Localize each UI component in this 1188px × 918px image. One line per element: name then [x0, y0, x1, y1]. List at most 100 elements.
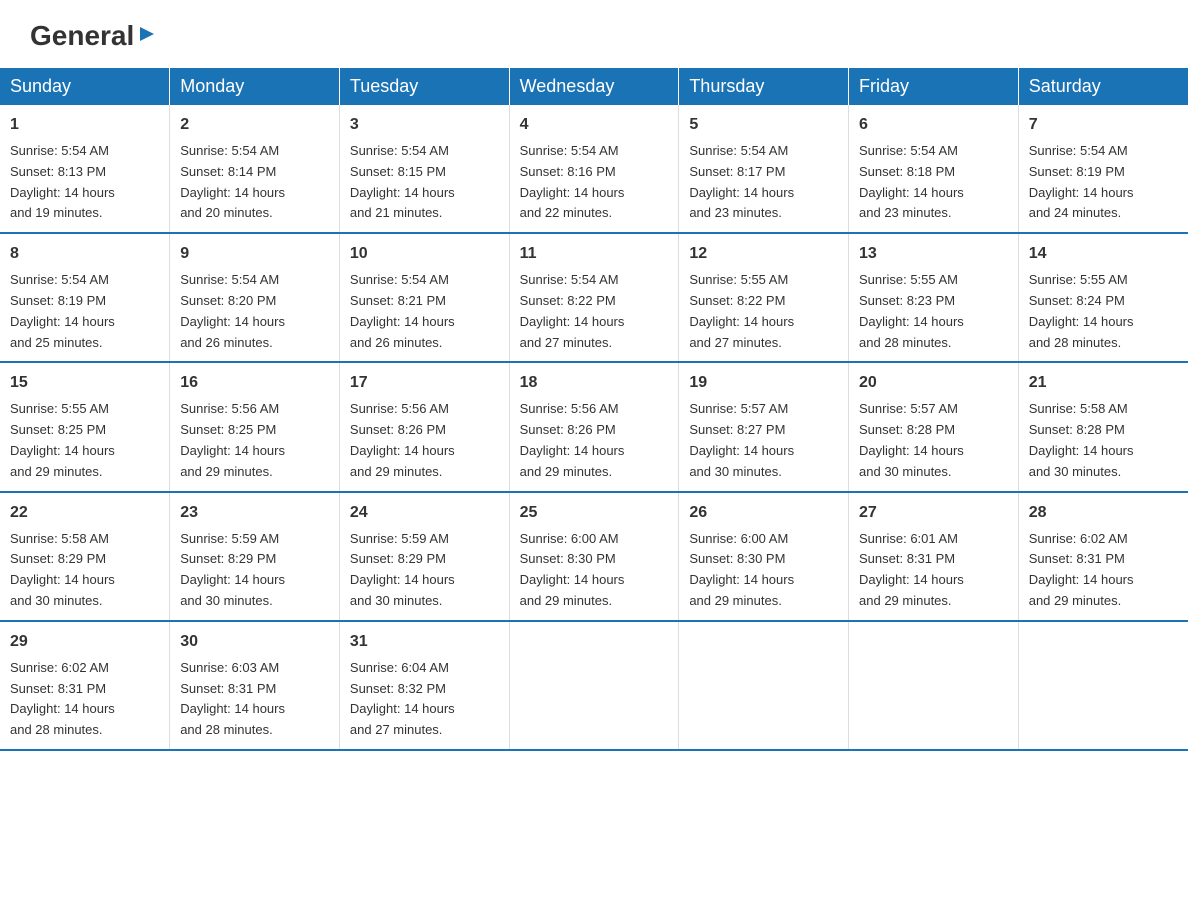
calendar-cell: 16 Sunrise: 5:56 AMSunset: 8:25 PMDaylig…	[170, 362, 340, 491]
calendar-cell: 24 Sunrise: 5:59 AMSunset: 8:29 PMDaylig…	[339, 492, 509, 621]
day-info: Sunrise: 5:58 AMSunset: 8:29 PMDaylight:…	[10, 531, 115, 608]
day-info: Sunrise: 5:54 AMSunset: 8:20 PMDaylight:…	[180, 272, 285, 349]
calendar-cell: 27 Sunrise: 6:01 AMSunset: 8:31 PMDaylig…	[849, 492, 1019, 621]
day-number: 29	[10, 630, 159, 654]
calendar-week-1: 1 Sunrise: 5:54 AMSunset: 8:13 PMDayligh…	[0, 105, 1188, 233]
calendar-week-2: 8 Sunrise: 5:54 AMSunset: 8:19 PMDayligh…	[0, 233, 1188, 362]
day-number: 31	[350, 630, 499, 654]
day-number: 13	[859, 242, 1008, 266]
day-number: 10	[350, 242, 499, 266]
calendar-cell: 19 Sunrise: 5:57 AMSunset: 8:27 PMDaylig…	[679, 362, 849, 491]
day-number: 21	[1029, 371, 1178, 395]
day-number: 4	[520, 113, 669, 137]
day-number: 18	[520, 371, 669, 395]
day-number: 17	[350, 371, 499, 395]
day-number: 1	[10, 113, 159, 137]
calendar-cell: 18 Sunrise: 5:56 AMSunset: 8:26 PMDaylig…	[509, 362, 679, 491]
calendar-cell: 25 Sunrise: 6:00 AMSunset: 8:30 PMDaylig…	[509, 492, 679, 621]
day-info: Sunrise: 5:55 AMSunset: 8:22 PMDaylight:…	[689, 272, 794, 349]
day-info: Sunrise: 5:55 AMSunset: 8:23 PMDaylight:…	[859, 272, 964, 349]
day-info: Sunrise: 5:54 AMSunset: 8:21 PMDaylight:…	[350, 272, 455, 349]
calendar-cell: 30 Sunrise: 6:03 AMSunset: 8:31 PMDaylig…	[170, 621, 340, 750]
day-info: Sunrise: 5:54 AMSunset: 8:18 PMDaylight:…	[859, 143, 964, 220]
calendar-cell: 1 Sunrise: 5:54 AMSunset: 8:13 PMDayligh…	[0, 105, 170, 233]
calendar-cell: 23 Sunrise: 5:59 AMSunset: 8:29 PMDaylig…	[170, 492, 340, 621]
calendar-cell: 22 Sunrise: 5:58 AMSunset: 8:29 PMDaylig…	[0, 492, 170, 621]
calendar-cell: 5 Sunrise: 5:54 AMSunset: 8:17 PMDayligh…	[679, 105, 849, 233]
day-info: Sunrise: 5:58 AMSunset: 8:28 PMDaylight:…	[1029, 401, 1134, 478]
day-number: 5	[689, 113, 838, 137]
day-info: Sunrise: 5:54 AMSunset: 8:13 PMDaylight:…	[10, 143, 115, 220]
day-number: 27	[859, 501, 1008, 525]
day-number: 15	[10, 371, 159, 395]
calendar-cell: 4 Sunrise: 5:54 AMSunset: 8:16 PMDayligh…	[509, 105, 679, 233]
day-info: Sunrise: 5:59 AMSunset: 8:29 PMDaylight:…	[180, 531, 285, 608]
weekday-header-monday: Monday	[170, 68, 340, 105]
weekday-header-saturday: Saturday	[1018, 68, 1188, 105]
calendar-header-row: SundayMondayTuesdayWednesdayThursdayFrid…	[0, 68, 1188, 105]
day-info: Sunrise: 5:54 AMSunset: 8:19 PMDaylight:…	[10, 272, 115, 349]
calendar-cell: 12 Sunrise: 5:55 AMSunset: 8:22 PMDaylig…	[679, 233, 849, 362]
day-info: Sunrise: 5:54 AMSunset: 8:19 PMDaylight:…	[1029, 143, 1134, 220]
calendar-cell: 3 Sunrise: 5:54 AMSunset: 8:15 PMDayligh…	[339, 105, 509, 233]
day-info: Sunrise: 6:00 AMSunset: 8:30 PMDaylight:…	[520, 531, 625, 608]
page-header: General	[0, 0, 1188, 58]
day-number: 6	[859, 113, 1008, 137]
calendar-cell: 26 Sunrise: 6:00 AMSunset: 8:30 PMDaylig…	[679, 492, 849, 621]
weekday-header-sunday: Sunday	[0, 68, 170, 105]
day-number: 30	[180, 630, 329, 654]
calendar-cell: 14 Sunrise: 5:55 AMSunset: 8:24 PMDaylig…	[1018, 233, 1188, 362]
day-number: 28	[1029, 501, 1178, 525]
calendar-cell: 17 Sunrise: 5:56 AMSunset: 8:26 PMDaylig…	[339, 362, 509, 491]
day-info: Sunrise: 5:54 AMSunset: 8:14 PMDaylight:…	[180, 143, 285, 220]
calendar-cell	[1018, 621, 1188, 750]
day-number: 25	[520, 501, 669, 525]
calendar-cell: 15 Sunrise: 5:55 AMSunset: 8:25 PMDaylig…	[0, 362, 170, 491]
calendar-cell: 9 Sunrise: 5:54 AMSunset: 8:20 PMDayligh…	[170, 233, 340, 362]
calendar-cell: 7 Sunrise: 5:54 AMSunset: 8:19 PMDayligh…	[1018, 105, 1188, 233]
day-number: 3	[350, 113, 499, 137]
logo-arrow-icon	[136, 20, 158, 52]
weekday-header-tuesday: Tuesday	[339, 68, 509, 105]
day-info: Sunrise: 5:56 AMSunset: 8:26 PMDaylight:…	[350, 401, 455, 478]
calendar-cell: 13 Sunrise: 5:55 AMSunset: 8:23 PMDaylig…	[849, 233, 1019, 362]
calendar-table: SundayMondayTuesdayWednesdayThursdayFrid…	[0, 68, 1188, 751]
day-info: Sunrise: 5:54 AMSunset: 8:15 PMDaylight:…	[350, 143, 455, 220]
day-number: 9	[180, 242, 329, 266]
day-info: Sunrise: 5:55 AMSunset: 8:24 PMDaylight:…	[1029, 272, 1134, 349]
logo: General	[30, 20, 158, 48]
day-info: Sunrise: 5:59 AMSunset: 8:29 PMDaylight:…	[350, 531, 455, 608]
calendar-cell: 28 Sunrise: 6:02 AMSunset: 8:31 PMDaylig…	[1018, 492, 1188, 621]
day-info: Sunrise: 6:03 AMSunset: 8:31 PMDaylight:…	[180, 660, 285, 737]
calendar-cell: 20 Sunrise: 5:57 AMSunset: 8:28 PMDaylig…	[849, 362, 1019, 491]
calendar-cell: 2 Sunrise: 5:54 AMSunset: 8:14 PMDayligh…	[170, 105, 340, 233]
weekday-header-friday: Friday	[849, 68, 1019, 105]
day-number: 26	[689, 501, 838, 525]
calendar-cell: 10 Sunrise: 5:54 AMSunset: 8:21 PMDaylig…	[339, 233, 509, 362]
day-number: 22	[10, 501, 159, 525]
day-number: 14	[1029, 242, 1178, 266]
day-info: Sunrise: 6:04 AMSunset: 8:32 PMDaylight:…	[350, 660, 455, 737]
calendar-cell	[679, 621, 849, 750]
day-info: Sunrise: 5:54 AMSunset: 8:22 PMDaylight:…	[520, 272, 625, 349]
day-number: 12	[689, 242, 838, 266]
day-info: Sunrise: 5:55 AMSunset: 8:25 PMDaylight:…	[10, 401, 115, 478]
day-number: 11	[520, 242, 669, 266]
day-number: 7	[1029, 113, 1178, 137]
calendar-cell: 21 Sunrise: 5:58 AMSunset: 8:28 PMDaylig…	[1018, 362, 1188, 491]
calendar-week-4: 22 Sunrise: 5:58 AMSunset: 8:29 PMDaylig…	[0, 492, 1188, 621]
calendar-cell	[509, 621, 679, 750]
day-info: Sunrise: 6:02 AMSunset: 8:31 PMDaylight:…	[10, 660, 115, 737]
day-number: 16	[180, 371, 329, 395]
weekday-header-wednesday: Wednesday	[509, 68, 679, 105]
weekday-header-thursday: Thursday	[679, 68, 849, 105]
day-info: Sunrise: 5:56 AMSunset: 8:25 PMDaylight:…	[180, 401, 285, 478]
day-info: Sunrise: 5:57 AMSunset: 8:27 PMDaylight:…	[689, 401, 794, 478]
day-number: 20	[859, 371, 1008, 395]
calendar-cell: 6 Sunrise: 5:54 AMSunset: 8:18 PMDayligh…	[849, 105, 1019, 233]
day-info: Sunrise: 6:02 AMSunset: 8:31 PMDaylight:…	[1029, 531, 1134, 608]
day-info: Sunrise: 5:57 AMSunset: 8:28 PMDaylight:…	[859, 401, 964, 478]
day-info: Sunrise: 5:54 AMSunset: 8:16 PMDaylight:…	[520, 143, 625, 220]
day-number: 2	[180, 113, 329, 137]
day-number: 23	[180, 501, 329, 525]
